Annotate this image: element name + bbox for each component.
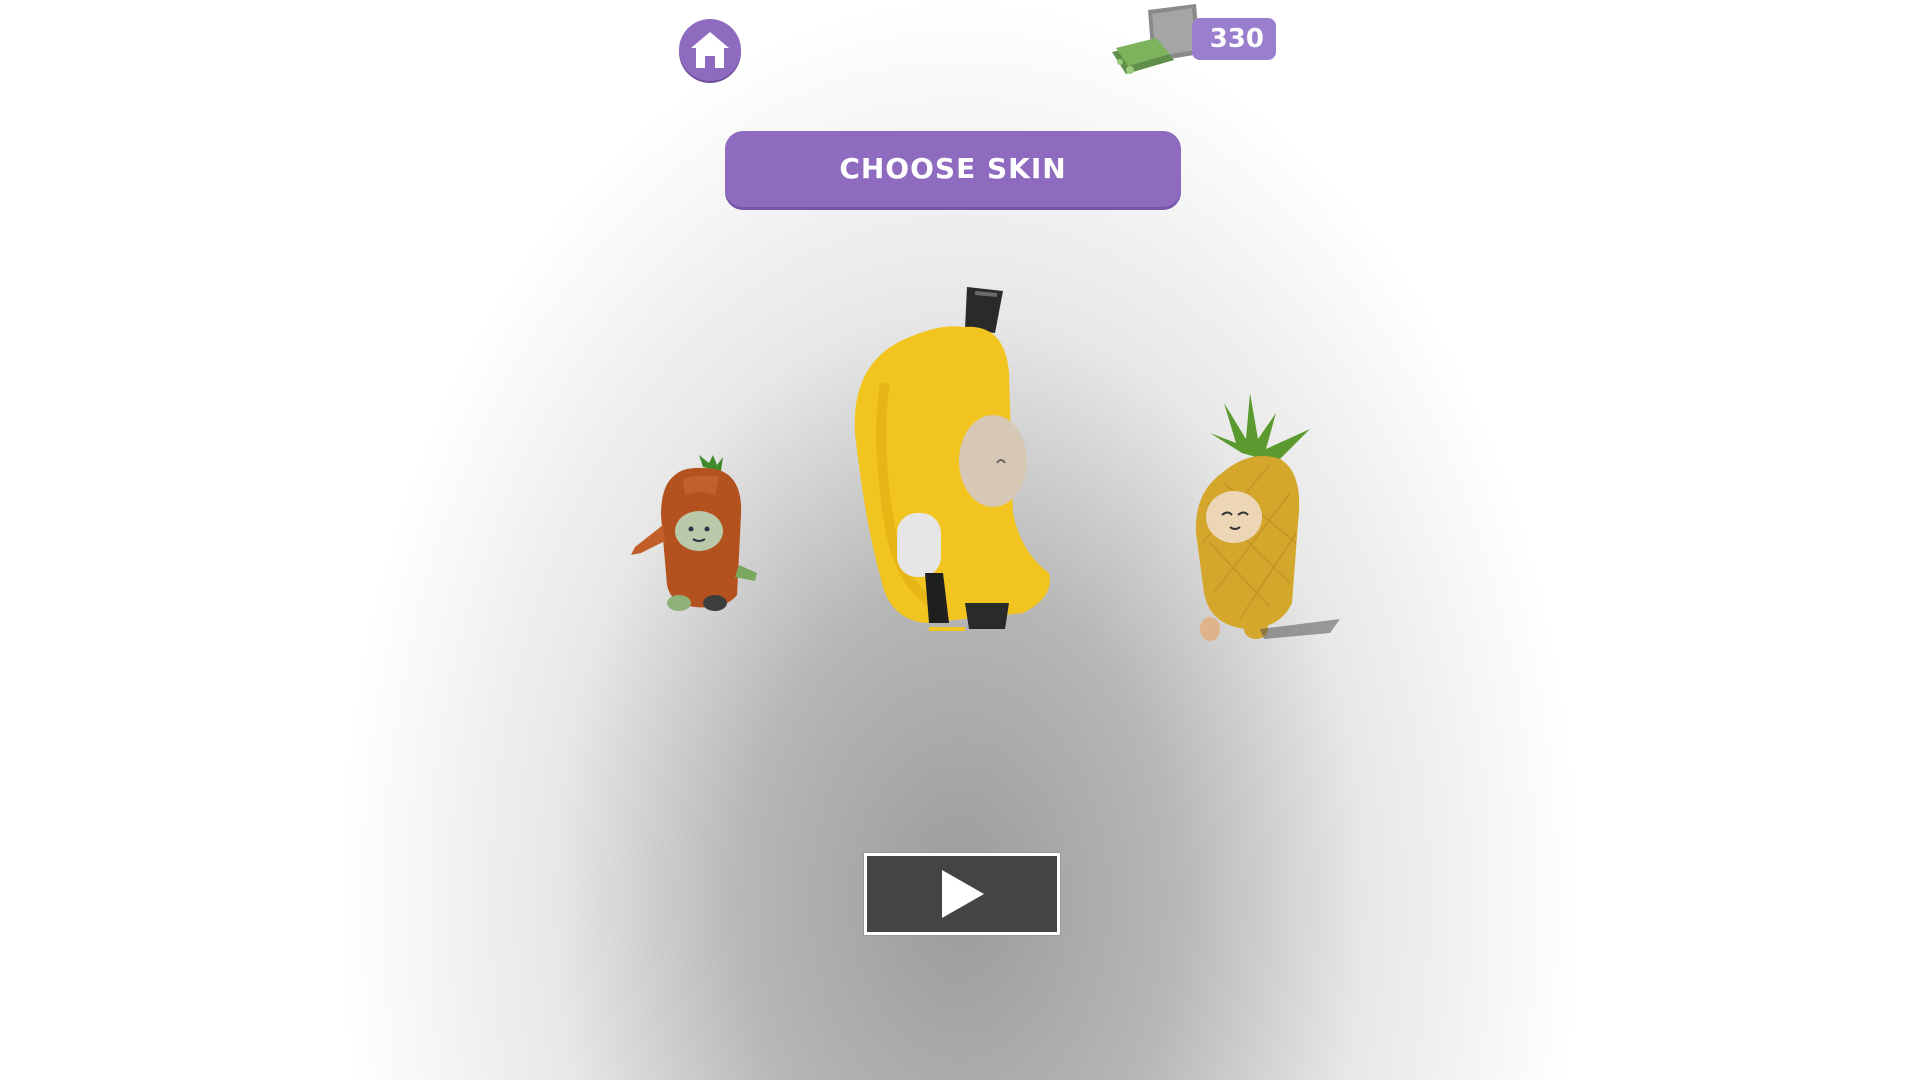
skin-banana[interactable]	[845, 283, 1060, 638]
home-button[interactable]	[679, 19, 741, 81]
play-icon	[942, 870, 984, 918]
skin-carrot[interactable]	[615, 455, 765, 615]
play-button[interactable]	[863, 852, 1061, 936]
choose-skin-banner: CHOOSE SKIN	[725, 131, 1181, 207]
home-icon	[691, 32, 729, 68]
coin-count: 330	[1192, 18, 1276, 60]
currency-display: 330	[1108, 0, 1276, 80]
skin-pineapple[interactable]	[1180, 393, 1345, 648]
